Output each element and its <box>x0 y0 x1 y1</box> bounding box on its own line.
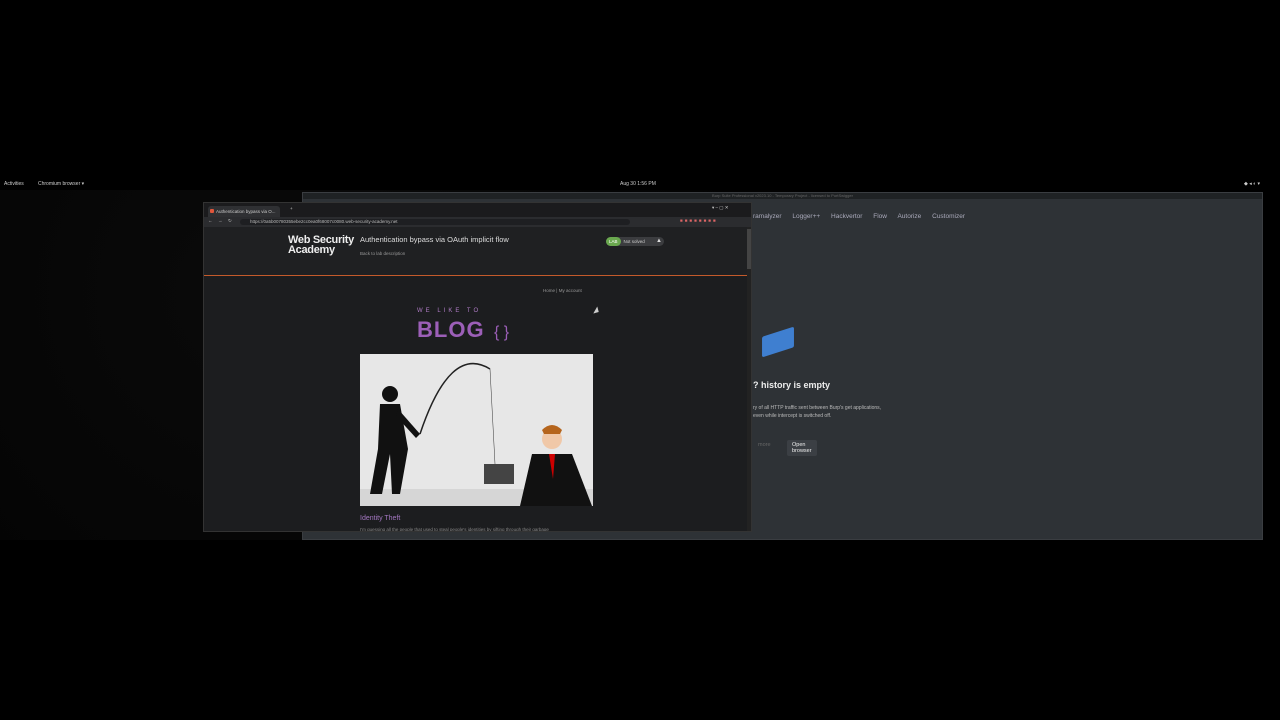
tab-strip: Authentication bypass via O... + ▾ – ▢ ✕ <box>204 203 751 217</box>
tab-customizer[interactable]: Customizer <box>932 213 965 220</box>
clock[interactable]: Aug 30 1:56 PM <box>620 181 656 187</box>
system-tray-icons[interactable]: ◆ ◂ ◐ ▾ <box>1244 181 1260 187</box>
blog-tagline: WE LIKE TO <box>417 308 482 314</box>
lab-label: LAB <box>606 237 621 246</box>
blog-brace-icon: { } <box>494 324 510 341</box>
url-field[interactable]: https://0a5b00780355ebe2cc0ea0f68007c008… <box>240 219 630 225</box>
forward-icon[interactable]: → <box>218 218 223 223</box>
chromium-window: Authentication bypass via O... + ▾ – ▢ ✕… <box>203 202 752 532</box>
burp-extension-tabs: ramalyzer Logger++ Hackvertor Flow Autor… <box>753 213 974 220</box>
status-text: Not solved <box>623 239 645 244</box>
nav-home[interactable]: Home <box>543 288 555 293</box>
lab-title: Authentication bypass via OAuth implicit… <box>360 235 509 244</box>
learn-more-button[interactable]: more <box>753 440 776 450</box>
reload-icon[interactable]: ↻ <box>228 218 232 224</box>
tab-autorize[interactable]: Autorize <box>897 213 921 220</box>
tab-paramalyzer[interactable]: ramalyzer <box>753 213 782 220</box>
back-icon[interactable]: ← <box>208 218 213 223</box>
back-to-lab-link[interactable]: Back to lab description <box>360 251 405 256</box>
tab-hackvertor[interactable]: Hackvertor <box>831 213 862 220</box>
browser-tab[interactable]: Authentication bypass via O... <box>208 206 280 217</box>
tab-flow[interactable]: Flow <box>873 213 887 220</box>
lab-header: Web Security Academy Authentication bypa… <box>204 227 751 276</box>
flask-icon: ▲ <box>656 238 662 244</box>
empty-heading: ? history is empty <box>753 380 831 390</box>
nav-my-account[interactable]: My account <box>559 288 582 293</box>
burp-title-bar: Burp Suite Professional v2023.10 - Tempo… <box>303 193 1262 199</box>
address-bar-row: ← → ↻ https://0a5b00780355ebe2cc0ea0f680… <box>204 217 751 227</box>
page-nav: Home | My account <box>543 288 582 293</box>
page-scrollbar[interactable] <box>747 227 751 531</box>
empty-description: ry of all HTTP traffic sent between Burp… <box>753 405 882 419</box>
web-security-academy-logo[interactable]: Web Security Academy <box>288 235 354 256</box>
app-menu[interactable]: Chromium browser ▾ <box>38 181 84 187</box>
system-top-bar: Activities Chromium browser ▾ Aug 30 1:5… <box>0 180 1280 190</box>
lab-page: Web Security Academy Authentication bypa… <box>204 227 751 532</box>
post-image[interactable] <box>360 354 593 506</box>
tab-logger[interactable]: Logger++ <box>792 213 820 220</box>
activities-button[interactable]: Activities <box>4 181 24 187</box>
post-title[interactable]: Identity Theft <box>360 515 400 522</box>
open-browser-button[interactable]: Open browser <box>787 440 817 456</box>
blog-logo: BLOG <box>417 317 485 342</box>
new-tab-icon[interactable]: + <box>290 206 293 211</box>
window-controls[interactable]: ▾ – ▢ ✕ <box>712 205 729 211</box>
history-document-icon <box>762 326 794 358</box>
phishing-illustration <box>360 362 593 506</box>
scrollbar-thumb[interactable] <box>747 229 751 269</box>
extension-icons[interactable]: ■■■■■■■■ <box>680 218 718 223</box>
post-summary: I'm guessing all the people that used to… <box>360 527 549 532</box>
